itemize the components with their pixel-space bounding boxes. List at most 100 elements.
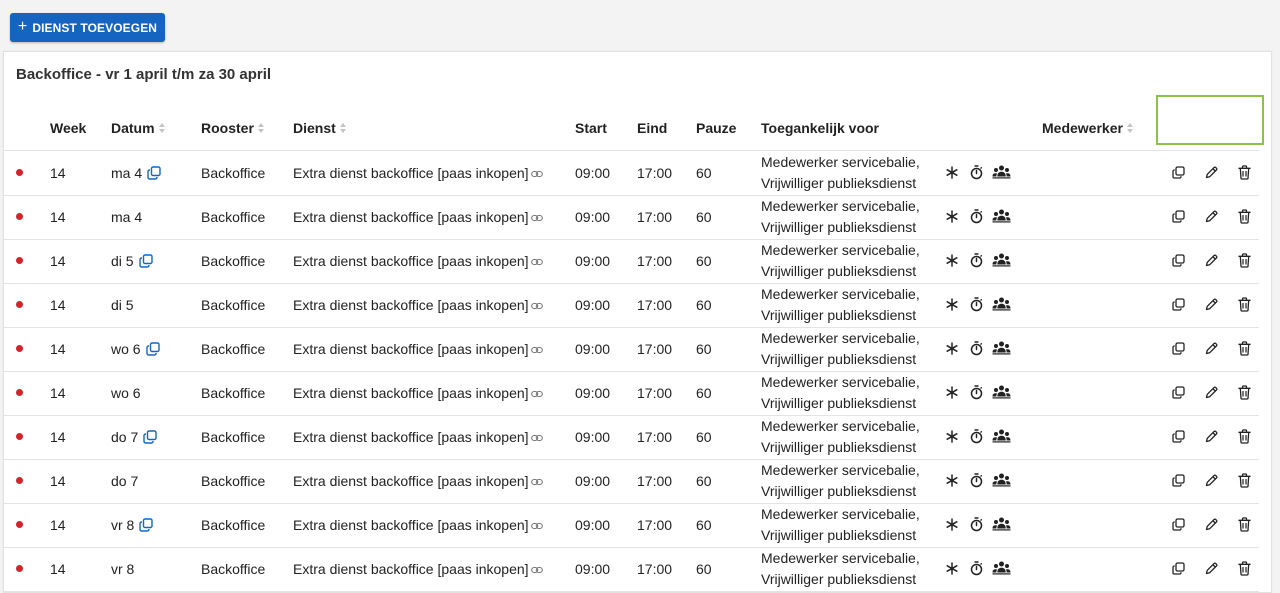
pencil-icon[interactable]: [1205, 474, 1218, 487]
column-eind: Eind: [637, 120, 668, 136]
pencil-icon[interactable]: [1205, 210, 1218, 223]
trash-icon[interactable]: [1238, 341, 1251, 356]
duplicate-icon[interactable]: [1172, 342, 1185, 355]
copy-icon[interactable]: [138, 254, 153, 268]
end-cell: 17:00: [637, 473, 673, 489]
sort-icon[interactable]: [257, 122, 265, 134]
trash-icon[interactable]: [1238, 165, 1251, 180]
link-icon[interactable]: [531, 478, 543, 486]
accessible-for-line: Vrijwilliger publieksdienst: [761, 307, 917, 323]
dienst-cell: Extra dienst backoffice [paas inkopen]: [293, 209, 529, 225]
accessible-for-line: Vrijwilliger publieksdienst: [761, 219, 917, 235]
trash-icon[interactable]: [1238, 297, 1251, 312]
pause-cell: 60: [696, 561, 712, 577]
sort-icon[interactable]: [1126, 122, 1134, 134]
rooster-cell: Backoffice: [201, 341, 266, 357]
trash-icon[interactable]: [1238, 473, 1251, 488]
rooster-cell: Backoffice: [201, 253, 266, 269]
link-icon[interactable]: [531, 346, 543, 354]
duplicate-icon[interactable]: [1172, 430, 1185, 443]
link-icon[interactable]: [531, 258, 543, 266]
end-cell: 17:00: [637, 253, 673, 269]
duplicate-icon[interactable]: [1172, 166, 1185, 179]
column-datum[interactable]: Datum: [111, 114, 166, 142]
pencil-icon[interactable]: [1205, 298, 1218, 311]
duplicate-icon[interactable]: [1172, 562, 1185, 575]
column-dienst[interactable]: Dienst: [293, 114, 347, 142]
pencil-icon[interactable]: [1205, 342, 1218, 355]
link-icon[interactable]: [531, 170, 543, 178]
duplicate-icon[interactable]: [1172, 254, 1185, 267]
trash-icon[interactable]: [1238, 253, 1251, 268]
table-row: 14 ma 4 Backoffice Extra dienst backoffi…: [4, 151, 1259, 196]
copy-icon[interactable]: [143, 430, 157, 444]
end-cell: 17:00: [637, 561, 673, 577]
status-dot: [16, 521, 23, 528]
accessible-for-line: Medewerker servicebalie,: [761, 242, 920, 258]
accessible-for-cell: Medewerker servicebalie, Vrijwilliger pu…: [761, 504, 920, 546]
users-icon: [992, 473, 1011, 487]
status-dot: [16, 565, 23, 572]
pencil-icon[interactable]: [1205, 518, 1218, 531]
asterisk-icon: [946, 210, 958, 223]
accessible-for-line: Medewerker servicebalie,: [761, 154, 920, 170]
pencil-icon[interactable]: [1205, 430, 1218, 443]
pencil-icon[interactable]: [1205, 386, 1218, 399]
end-cell: 17:00: [637, 341, 673, 357]
duplicate-icon[interactable]: [1172, 518, 1185, 531]
copy-icon[interactable]: [145, 342, 160, 356]
asterisk-icon: [946, 298, 958, 311]
duplicate-icon[interactable]: [1172, 386, 1185, 399]
link-icon[interactable]: [531, 214, 543, 222]
accessible-for-line: Vrijwilliger publieksdienst: [761, 439, 917, 455]
dienst-cell: Extra dienst backoffice [paas inkopen]: [293, 429, 529, 445]
accessible-for-cell: Medewerker servicebalie, Vrijwilliger pu…: [761, 372, 920, 414]
trash-icon[interactable]: [1238, 429, 1251, 444]
stopwatch-icon: [970, 561, 983, 576]
date-cell: wo 6: [111, 327, 160, 371]
pencil-icon[interactable]: [1205, 562, 1218, 575]
date-cell: do 7: [111, 415, 157, 459]
column-medewerker[interactable]: Medewerker: [1042, 114, 1134, 142]
duplicate-icon[interactable]: [1172, 298, 1185, 311]
pencil-icon[interactable]: [1205, 166, 1218, 179]
accessible-for-line: Vrijwilliger publieksdienst: [761, 571, 917, 587]
sort-icon[interactable]: [339, 122, 347, 134]
trash-icon[interactable]: [1238, 517, 1251, 532]
date-cell: ma 4: [111, 209, 143, 225]
accessible-for-line: Medewerker servicebalie,: [761, 506, 920, 522]
stopwatch-icon: [970, 341, 983, 356]
asterisk-icon: [946, 166, 958, 179]
pause-cell: 60: [696, 165, 712, 181]
link-icon[interactable]: [531, 302, 543, 310]
dienst-cell: Extra dienst backoffice [paas inkopen]: [293, 473, 529, 489]
status-dot: [16, 345, 23, 352]
add-shift-button[interactable]: + DIENST TOEVOEGEN: [10, 13, 165, 42]
duplicate-icon[interactable]: [1172, 474, 1185, 487]
card-title: Backoffice - vr 1 april t/m za 30 april: [16, 66, 272, 83]
copy-icon[interactable]: [147, 166, 161, 180]
copy-icon[interactable]: [139, 518, 154, 532]
link-icon[interactable]: [531, 522, 543, 530]
trash-icon[interactable]: [1238, 385, 1251, 400]
stopwatch-icon: [970, 209, 983, 224]
end-cell: 17:00: [637, 385, 673, 401]
week-cell: 14: [50, 517, 66, 533]
stopwatch-icon: [970, 253, 983, 268]
link-icon[interactable]: [531, 390, 543, 398]
link-icon[interactable]: [531, 566, 543, 574]
link-icon[interactable]: [531, 434, 543, 442]
accessible-for-cell: Medewerker servicebalie, Vrijwilliger pu…: [761, 196, 920, 238]
duplicate-icon[interactable]: [1172, 210, 1185, 223]
trash-icon[interactable]: [1238, 561, 1251, 576]
status-dot: [16, 213, 23, 220]
column-week: Week: [50, 120, 87, 136]
accessible-for-line: Medewerker servicebalie,: [761, 198, 920, 214]
sort-icon[interactable]: [158, 122, 166, 134]
asterisk-icon: [946, 342, 958, 355]
trash-icon[interactable]: [1238, 209, 1251, 224]
status-dot: [16, 301, 23, 308]
week-cell: 14: [50, 165, 66, 181]
column-rooster[interactable]: Rooster: [201, 114, 265, 142]
pencil-icon[interactable]: [1205, 254, 1218, 267]
